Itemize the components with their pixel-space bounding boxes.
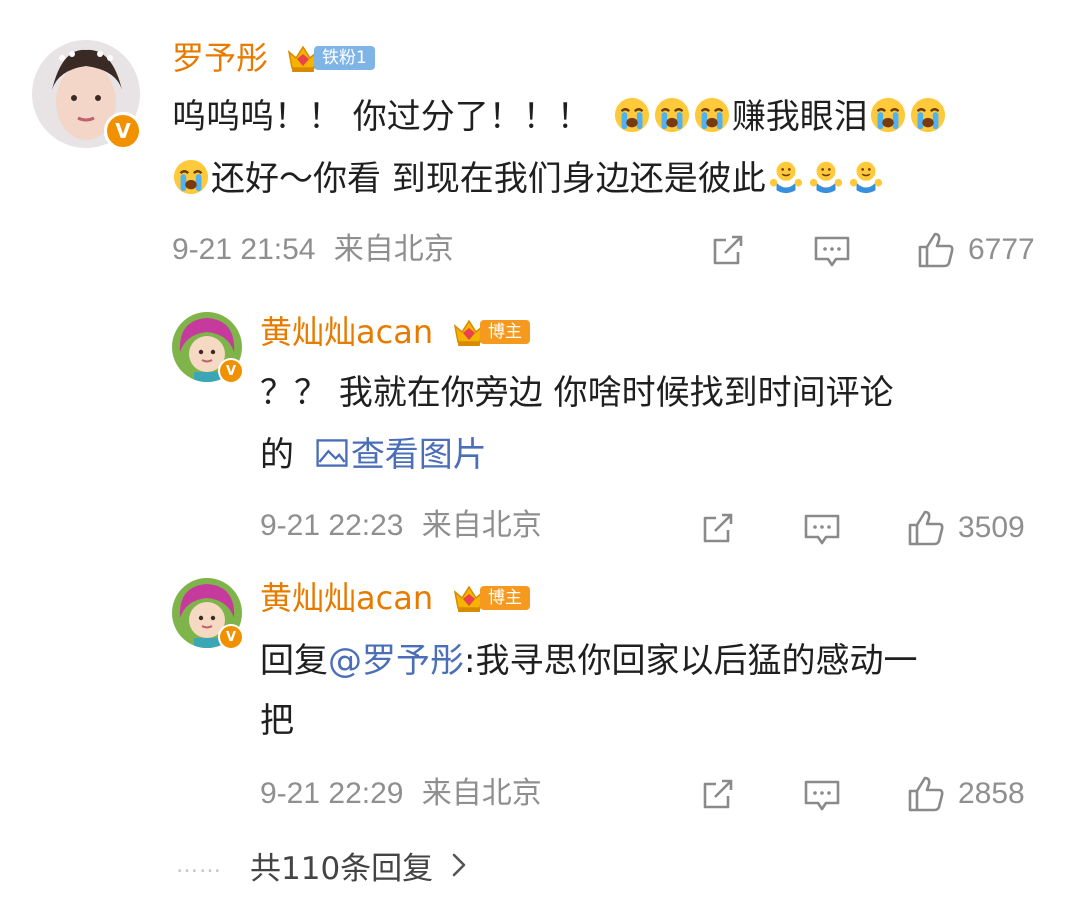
- like-icon: [906, 508, 946, 548]
- comment-text: ？？ 我就在你旁边 你啥时候找到时间评论: [260, 373, 894, 413]
- like-button[interactable]: 3509: [906, 506, 1025, 550]
- comment-text-part: :我寻思你回家以后猛的感动一: [464, 641, 918, 681]
- crying-emoji: [693, 96, 731, 134]
- chevron-right-icon: [452, 853, 466, 877]
- username[interactable]: 罗予彤: [172, 38, 268, 78]
- timestamp: 9-21 22:23: [260, 509, 404, 542]
- comment-text-part: 赚我眼泪: [731, 97, 868, 137]
- comment-text-part: 还好～你看 到现在我们身边还是彼此: [211, 159, 766, 199]
- location: 来自北京: [421, 777, 542, 810]
- crying-emoji: [172, 158, 210, 196]
- more-replies-label: 共110条回复: [250, 850, 434, 887]
- comment-meta: 9-21 22:29 来自北京: [260, 774, 542, 814]
- avatar[interactable]: V: [172, 312, 244, 384]
- verified-v-icon: V: [218, 624, 244, 650]
- view-image-link[interactable]: 查看图片: [313, 435, 487, 475]
- like-icon: [906, 774, 946, 814]
- more-replies-link[interactable]: …… 共110条回复: [176, 840, 467, 890]
- crying-emoji: [653, 96, 691, 134]
- avatar[interactable]: V: [172, 578, 244, 650]
- comment-text: 把: [260, 701, 294, 741]
- host-badge[interactable]: 博主: [452, 316, 530, 348]
- hug-emoji: [767, 158, 805, 196]
- comment-icon[interactable]: [802, 774, 842, 814]
- comment-text: 回复@罗予彤:我寻思你回家以后猛的感动一: [260, 630, 917, 692]
- location: 来自北京: [333, 233, 454, 266]
- view-image-label: 查看图片: [350, 435, 487, 475]
- comment-text-part: 的: [260, 435, 294, 475]
- comment-text: 还好～你看 到现在我们身边还是彼此: [172, 148, 886, 210]
- verified-v-icon: V: [104, 112, 142, 150]
- crying-emoji: [869, 96, 907, 134]
- fan-badge-label: 铁粉1: [314, 46, 375, 70]
- crying-emoji: [909, 96, 947, 134]
- comment-meta: 9-21 21:54 来自北京: [172, 230, 454, 270]
- like-icon: [916, 230, 956, 270]
- share-icon[interactable]: [698, 774, 738, 814]
- verified-v-icon: V: [218, 358, 244, 384]
- comment-text: 呜呜呜！！ 你过分了！！！ 赚我眼泪: [172, 86, 948, 148]
- host-badge-label: 博主: [480, 586, 530, 610]
- hug-emoji: [847, 158, 885, 196]
- location: 来自北京: [421, 509, 542, 542]
- comment-icon[interactable]: [812, 230, 852, 270]
- like-count: 6777: [968, 233, 1035, 266]
- comment-icon[interactable]: [802, 508, 842, 548]
- like-count: 2858: [958, 777, 1025, 810]
- reply-prefix: 回复: [260, 641, 328, 681]
- comment-thread: V 罗予彤 铁粉1 呜呜呜！！ 你过分了！！！ 赚我眼泪 还好～你看 到现在我们身…: [0, 0, 1080, 902]
- comment-meta: 9-21 22:23 来自北京: [260, 506, 542, 546]
- like-count: 3509: [958, 511, 1025, 544]
- username[interactable]: 黄灿灿acan: [260, 578, 433, 618]
- comment-text-part: 呜呜呜！！ 你过分了！！！: [172, 97, 591, 137]
- host-badge-label: 博主: [480, 320, 530, 344]
- timestamp: 9-21 22:29: [260, 777, 404, 810]
- crying-emoji: [613, 96, 651, 134]
- hug-emoji: [807, 158, 845, 196]
- avatar[interactable]: V: [32, 40, 142, 150]
- like-button[interactable]: 2858: [906, 772, 1025, 816]
- fan-badge[interactable]: 铁粉1: [286, 42, 375, 74]
- timestamp: 9-21 21:54: [172, 233, 316, 266]
- divider-dots: ……: [176, 852, 222, 878]
- share-icon[interactable]: [698, 508, 738, 548]
- host-badge[interactable]: 博主: [452, 582, 530, 614]
- comment-text: 的 查看图片: [260, 424, 487, 486]
- like-button[interactable]: 6777: [916, 228, 1035, 272]
- share-icon[interactable]: [708, 230, 748, 270]
- username[interactable]: 黄灿灿acan: [260, 312, 433, 352]
- image-icon: [314, 435, 350, 471]
- mention-link[interactable]: @罗予彤: [328, 641, 464, 681]
